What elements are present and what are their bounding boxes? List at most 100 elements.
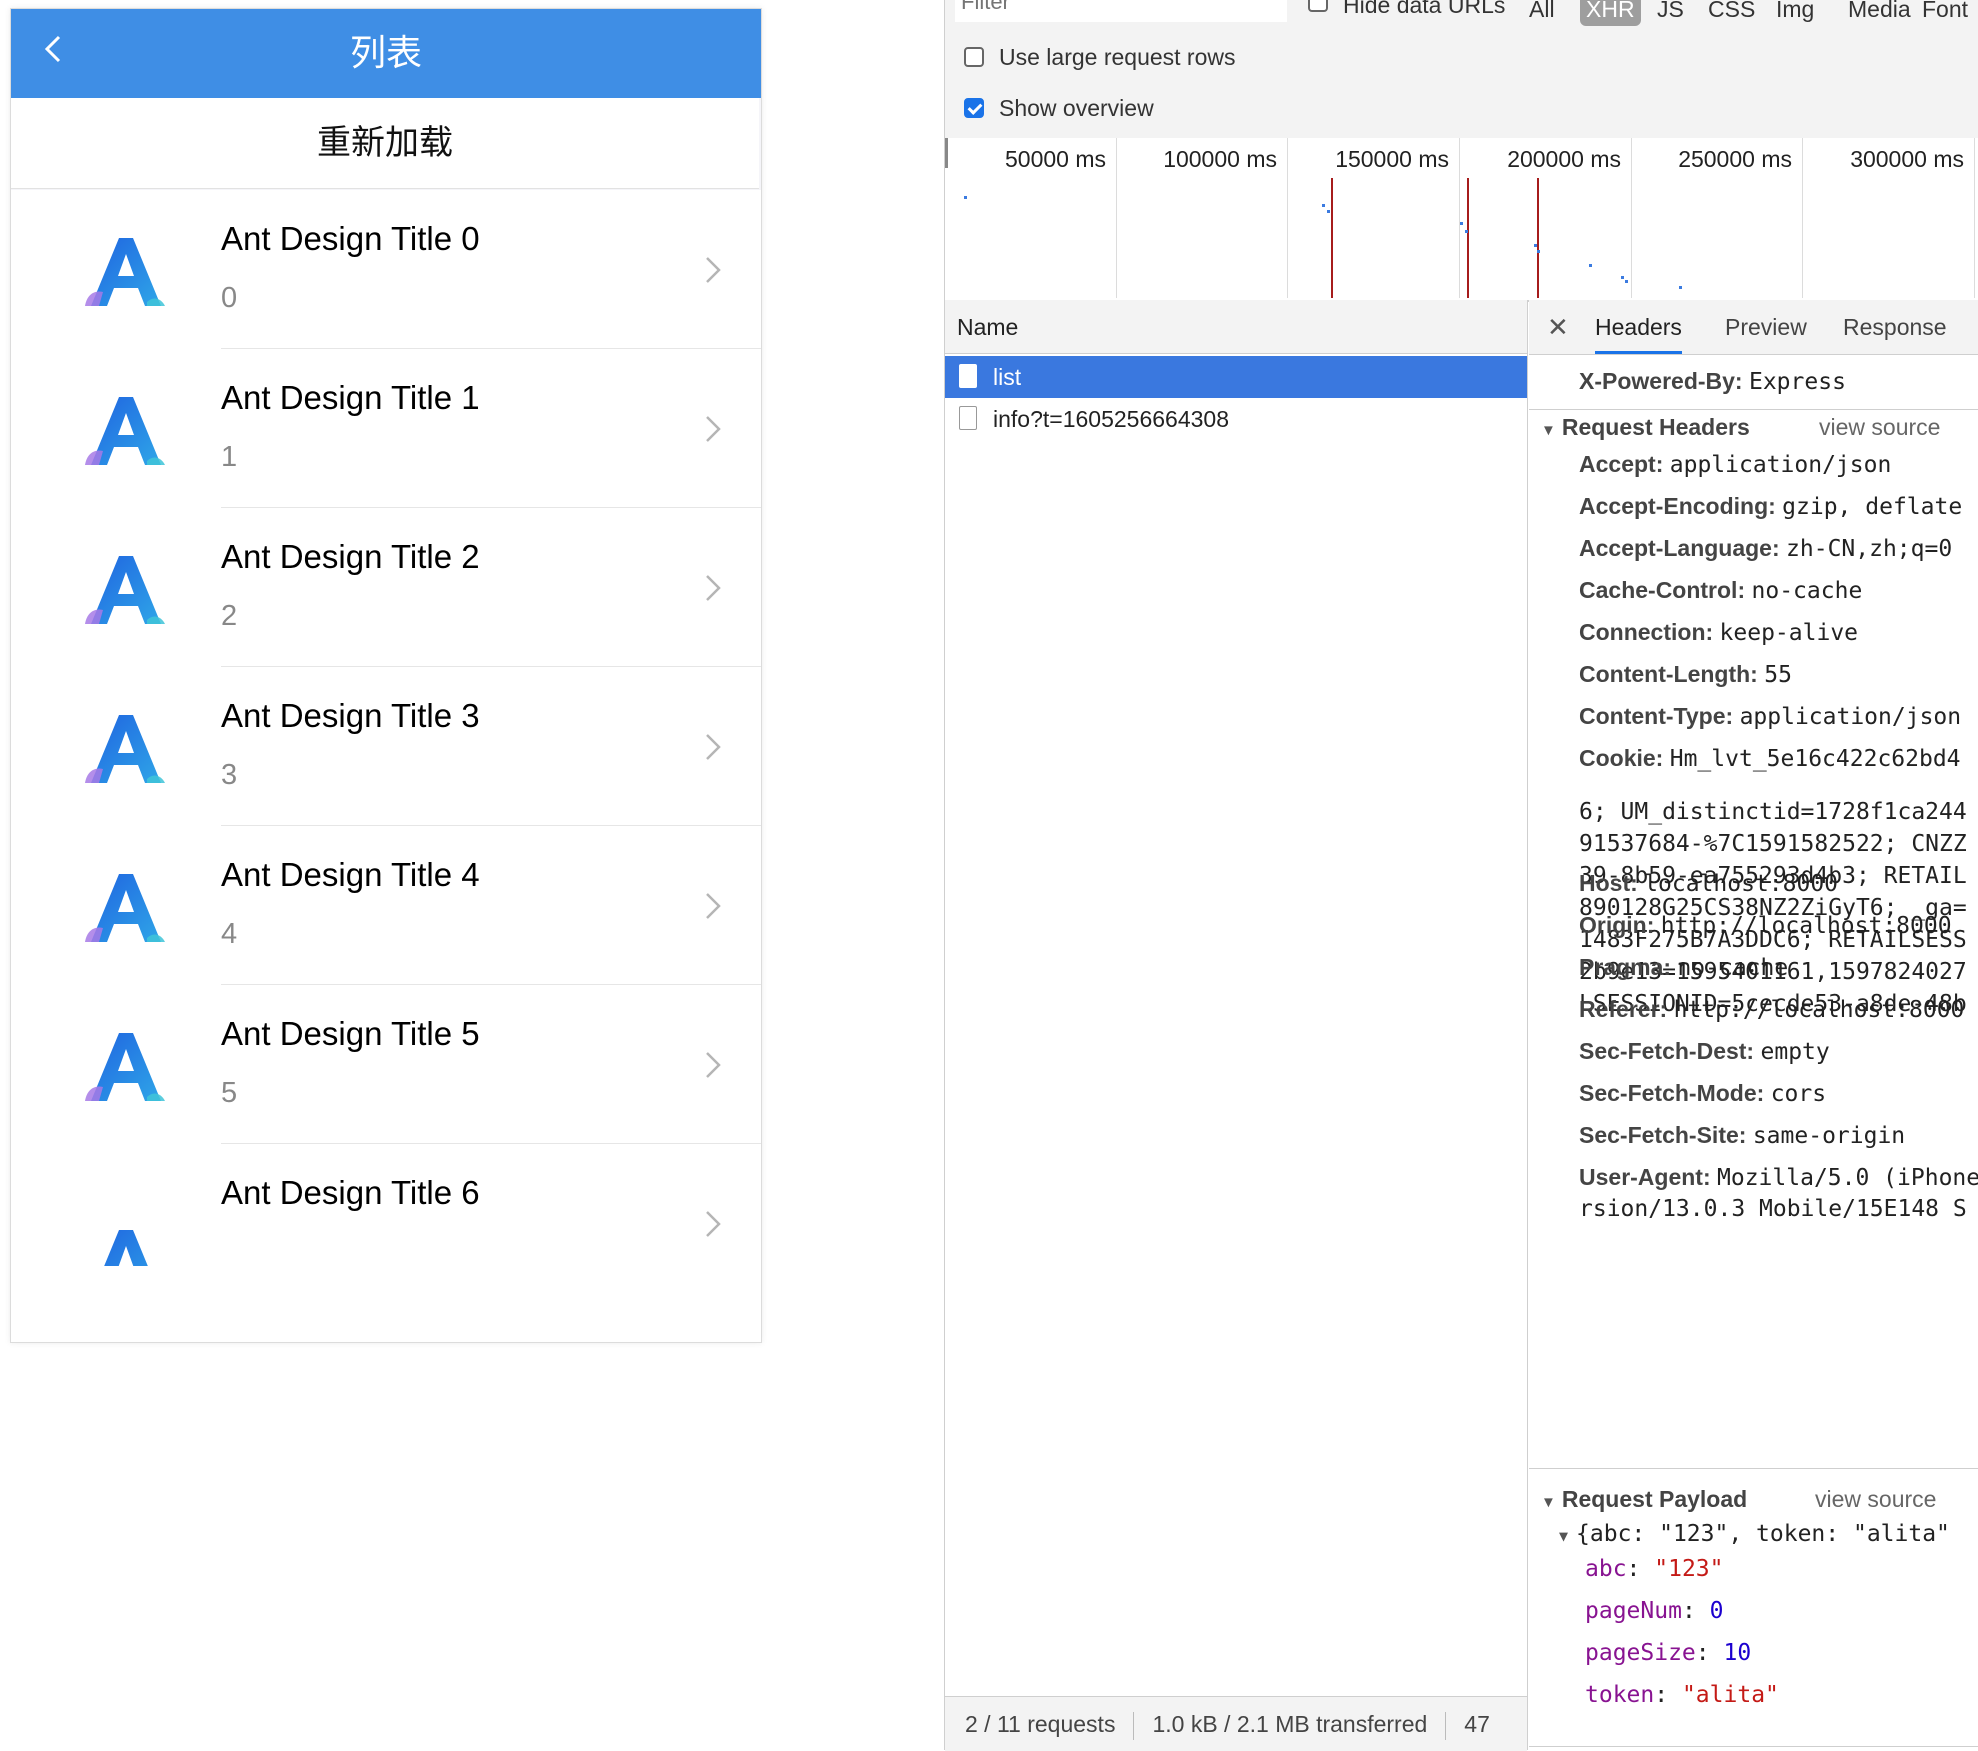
request-header-line: Cache-Control: no-cache [1579, 577, 1862, 604]
payload-field: token: "alita" [1585, 1682, 1779, 1708]
devtools-network-panel: Hide data URLs All XHR JS CSS Img MediaFont U… [944, 0, 1978, 1751]
timeline-overview[interactable]: 50000 ms 100000 ms 150000 ms 200000 ms 25000… [945, 138, 1978, 302]
large-rows-checkbox[interactable] [964, 47, 984, 67]
view-source-link[interactable]: view source [1819, 414, 1940, 441]
header-name: Pragma: [1579, 954, 1672, 980]
chevron-right-icon [701, 1204, 725, 1244]
type-filter-all[interactable]: All [1523, 0, 1561, 26]
request-bar [1322, 204, 1325, 207]
payload-value: 10 [1723, 1640, 1752, 1666]
payload-key: pageSize [1585, 1640, 1696, 1666]
load-event-marker [1467, 178, 1469, 298]
payload-field: pageNum: 0 [1585, 1598, 1724, 1624]
nav-bar: 列表 [11, 9, 761, 98]
ant-design-logo-icon [81, 709, 171, 789]
payload-key: token [1585, 1682, 1655, 1708]
list-item[interactable]: Ant Design Title 5 5 [11, 985, 761, 1144]
header-value: same-origin [1752, 1123, 1906, 1149]
header-name: Cookie: [1579, 745, 1664, 771]
payload-field: abc: "123" [1585, 1556, 1724, 1582]
item-subtitle: 0 [221, 282, 238, 314]
request-bar [1460, 222, 1463, 225]
request-row[interactable]: info?t=1605256664308 [945, 398, 1527, 440]
show-overview-checkbox[interactable] [964, 98, 984, 118]
list-item[interactable]: Ant Design Title 1 1 [11, 349, 761, 508]
back-arrow-icon[interactable] [41, 29, 81, 79]
request-bar [1537, 250, 1540, 253]
payload-key: pageNum [1585, 1598, 1682, 1624]
header-name: Sec-Fetch-Site: [1579, 1122, 1747, 1148]
tab-preview[interactable]: Preview [1725, 300, 1807, 354]
timeline-tick-label: 250000 ms [1678, 146, 1792, 172]
header-name: Connection: [1579, 619, 1714, 645]
header-name: Origin: [1579, 912, 1655, 938]
request-bar [1625, 280, 1628, 283]
type-filter-img[interactable]: Img [1770, 0, 1820, 26]
list-item[interactable]: Ant Design Title 6 [11, 1144, 761, 1303]
request-row[interactable]: list [945, 356, 1527, 398]
request-header-line: Host: localhost:8000 [1579, 870, 1838, 897]
timeline-tick-label: 300000 ms [1850, 146, 1964, 172]
tab-response[interactable]: Response [1843, 300, 1947, 354]
status-bar: 2 / 11 requests 1.0 kB / 2.1 MB transferr… [945, 1696, 1527, 1751]
timeline-tick-label: 50000 ms [1004, 146, 1106, 172]
header-value: gzip, deflate [1782, 494, 1963, 520]
section-title-text: Request Payload [1561, 1486, 1748, 1512]
item-title: Ant Design Title 2 [221, 538, 480, 575]
item-subtitle: 1 [221, 441, 238, 473]
name-column-header[interactable]: Name [945, 300, 1527, 354]
payload-field: pageSize: 10 [1585, 1640, 1752, 1666]
load-event-marker [1537, 178, 1539, 298]
request-header-line: Accept-Encoding: gzip, deflate [1579, 493, 1962, 520]
item-title: Ant Design Title 5 [221, 1015, 480, 1052]
payload-summary[interactable]: ▼ {abc: "123", token: "alita" [1559, 1521, 1950, 1547]
list-item[interactable]: Ant Design Title 3 3 [11, 667, 761, 826]
header-value: http://localhost:8000 [1673, 997, 1965, 1023]
close-icon[interactable]: ✕ [1547, 300, 1569, 354]
show-overview-label: Show overview [999, 95, 1154, 121]
header-name: User-Agent: [1579, 1164, 1711, 1190]
header-value: empty [1760, 1039, 1830, 1065]
type-filter-css[interactable]: CSS [1702, 0, 1761, 26]
section-divider [1529, 1468, 1978, 1469]
chevron-right-icon [701, 727, 725, 767]
payload-key: abc [1585, 1556, 1627, 1582]
ant-design-logo-icon [81, 550, 171, 630]
section-divider [1529, 409, 1978, 410]
header-name: Content-Length: [1579, 661, 1758, 687]
type-filter-js[interactable]: JS [1651, 0, 1690, 26]
chevron-right-icon [701, 886, 725, 926]
status-divider [1445, 1711, 1447, 1740]
hide-data-urls-checkbox[interactable] [1308, 0, 1328, 12]
header-value: application/json [1669, 452, 1892, 478]
large-rows-label: Use large request rows [999, 44, 1236, 70]
item-subtitle: 4 [221, 918, 238, 950]
network-toolbar: Hide data URLs All XHR JS CSS Img MediaFont U… [945, 0, 1978, 139]
item-title: Ant Design Title 4 [221, 856, 480, 893]
header-value: localhost:8000 [1644, 871, 1839, 897]
request-payload-toggle[interactable]: ▼ Request Payload [1541, 1486, 1747, 1513]
view-source-link[interactable]: view source [1815, 1486, 1936, 1513]
ant-design-logo-icon [81, 232, 171, 312]
header-name: Accept: [1579, 451, 1664, 477]
reload-button[interactable]: 重新加载 [11, 98, 759, 189]
type-filter-font[interactable]: Font [1916, 0, 1974, 26]
file-icon [959, 364, 977, 388]
triangle-down-icon: ▼ [1559, 1527, 1569, 1545]
request-header-line: Referer: http://localhost:8000 [1579, 996, 1964, 1023]
tab-headers[interactable]: Headers [1595, 300, 1682, 354]
chevron-right-icon [701, 409, 725, 449]
filter-input[interactable] [955, 0, 1287, 22]
list-item[interactable]: Ant Design Title 2 2 [11, 508, 761, 667]
type-filter-media[interactable]: Media [1842, 0, 1917, 26]
payload-value: 0 [1709, 1598, 1724, 1624]
hide-data-urls-label: Hide data URLs [1343, 0, 1506, 18]
request-header-line: Pragma: no-cache [1579, 954, 1788, 981]
chevron-right-icon [701, 568, 725, 608]
header-name: Sec-Fetch-Mode: [1579, 1080, 1765, 1106]
list-item[interactable]: Ant Design Title 4 4 [11, 826, 761, 985]
mobile-app-preview: 列表 重新加载 Ant Design Title 0 0 Ant Design Ti… [10, 8, 762, 1343]
request-headers-toggle[interactable]: ▼ Request Headers [1541, 414, 1750, 441]
type-filter-xhr[interactable]: XHR [1580, 0, 1641, 26]
list-item[interactable]: Ant Design Title 0 0 [11, 190, 761, 349]
